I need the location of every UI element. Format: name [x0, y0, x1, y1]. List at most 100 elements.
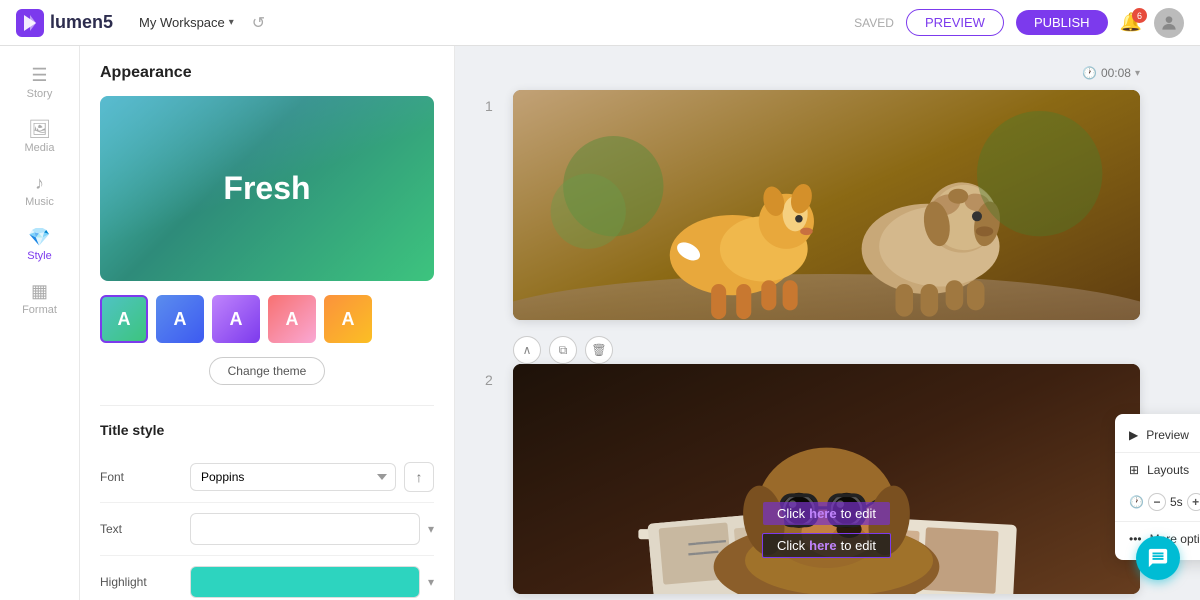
edit-word-top: to edit [841, 506, 876, 521]
text-color-chevron[interactable]: ▾ [428, 522, 434, 536]
format-icon: ▦ [31, 282, 48, 300]
publish-button[interactable]: PUBLISH [1016, 10, 1108, 35]
header-right: SAVED PREVIEW PUBLISH 🔔 6 [854, 8, 1184, 38]
music-icon: ♪ [35, 174, 44, 192]
slide-2-canvas[interactable]: ▬▬▬▬▬ ▬▬▬▬ [513, 364, 1140, 594]
logo-text: lumen5 [50, 12, 113, 33]
change-theme-button[interactable]: Change theme [209, 357, 326, 385]
highlight-label: Highlight [100, 575, 190, 589]
timer-plus-button[interactable]: + [1187, 493, 1200, 511]
swatches-row: A A A A A [100, 295, 434, 343]
sidebar-item-media[interactable]: 🖼 Media [0, 110, 79, 164]
click-edit-top[interactable]: Click here to edit [763, 502, 890, 525]
sidebar-item-style[interactable]: 💎 Style [0, 218, 79, 272]
timer-value-label: 5s [1170, 495, 1183, 509]
font-upload-button[interactable]: ↑ [404, 462, 434, 492]
sidebar-label-format: Format [22, 304, 57, 316]
logo: lumen5 [16, 9, 113, 37]
notification-badge: 6 [1132, 8, 1147, 23]
canvas-area: 🕐 00:08 ▾ 1 [455, 46, 1200, 600]
dogs-running-svg [513, 90, 1140, 320]
click-edit-bottom[interactable]: Click here to edit [762, 533, 891, 558]
delete-button[interactable]: 🗑 [585, 336, 613, 364]
context-divider-2 [1115, 521, 1200, 522]
undo-button[interactable]: ↺ [252, 13, 265, 33]
chevron-down-icon: ▾ [229, 17, 234, 28]
notifications-button[interactable]: 🔔 6 [1120, 12, 1142, 33]
clock-icon: 🕐 [1082, 66, 1097, 80]
slide-2-number: 2 [485, 364, 513, 388]
sidebar: ☰ Story 🖼 Media ♪ Music 💎 Style ▦ Format [0, 46, 80, 600]
context-timer-row: 🕐 − 5s + [1115, 485, 1200, 519]
click-word-top: Click [777, 506, 805, 521]
sidebar-label-music: Music [25, 196, 54, 208]
story-icon: ☰ [31, 66, 47, 84]
slide-2-text-overlay: Click here to edit Click here to edit [513, 502, 1140, 558]
slide-controls-row: ∧ ⧉ 🗑 [513, 336, 1140, 364]
main-layout: ☰ Story 🖼 Media ♪ Music 💎 Style ▦ Format… [0, 46, 1200, 600]
swatch-5[interactable]: A [324, 295, 372, 343]
highlight-color-swatch[interactable] [190, 566, 420, 598]
title-style-heading: Title style [100, 405, 434, 438]
timer-value: 00:08 [1101, 66, 1131, 80]
timer-minus-button[interactable]: − [1148, 493, 1166, 511]
text-label: Text [100, 522, 190, 536]
saved-label: SAVED [854, 16, 894, 30]
slide-1-number: 1 [485, 90, 513, 114]
font-control: Poppins Roboto Open Sans ↑ [190, 462, 434, 492]
theme-name: Fresh [223, 170, 310, 207]
workspace-button[interactable]: My Workspace ▾ [131, 11, 242, 34]
style-icon: 💎 [28, 228, 50, 246]
sidebar-label-style: Style [27, 250, 51, 262]
slide-1-wrapper: 1 [485, 90, 1140, 320]
context-layouts-label: Layouts [1147, 463, 1189, 477]
text-row: Text ▾ [100, 503, 434, 556]
layouts-icon: ⊞ [1129, 463, 1139, 477]
timer-clock-icon: 🕐 [1129, 495, 1144, 509]
click-word-bottom: Click [777, 538, 805, 553]
theme-preview: Fresh [100, 96, 434, 281]
font-row: Font Poppins Roboto Open Sans ↑ [100, 452, 434, 503]
avatar[interactable] [1154, 8, 1184, 38]
context-divider-1 [1115, 452, 1200, 453]
left-panel: Appearance Fresh A A A A A Change theme … [80, 46, 455, 600]
slide-2-image: ▬▬▬▬▬ ▬▬▬▬ [513, 364, 1140, 594]
slide-1-canvas[interactable] [513, 90, 1140, 320]
sidebar-label-media: Media [25, 142, 55, 154]
slide-1-image [513, 90, 1140, 320]
context-layouts-item[interactable]: ⊞ Layouts [1115, 455, 1200, 485]
timer-chevron-icon[interactable]: ▾ [1135, 68, 1140, 79]
highlight-row: Highlight ▾ [100, 556, 434, 600]
lumen5-logo-icon [16, 9, 44, 37]
font-label: Font [100, 470, 190, 484]
slide-2-wrapper: 2 [485, 364, 1140, 594]
media-icon: 🖼 [28, 120, 51, 138]
here-word-bottom: here [809, 538, 836, 553]
sidebar-item-music[interactable]: ♪ Music [0, 164, 79, 218]
context-preview-label: Preview [1146, 428, 1189, 442]
collapse-button[interactable]: ∧ [513, 336, 541, 364]
swatch-4[interactable]: A [268, 295, 316, 343]
sidebar-label-story: Story [27, 88, 53, 100]
header: lumen5 My Workspace ▾ ↺ SAVED PREVIEW PU… [0, 0, 1200, 46]
chat-bubble-button[interactable] [1136, 536, 1180, 580]
workspace-label: My Workspace [139, 15, 225, 30]
text-control: ▾ [190, 513, 434, 545]
copy-button[interactable]: ⧉ [549, 336, 577, 364]
swatch-2[interactable]: A [156, 295, 204, 343]
appearance-title: Appearance [100, 64, 434, 82]
sidebar-item-format[interactable]: ▦ Format [0, 272, 79, 326]
here-word-top: here [809, 506, 836, 521]
font-select[interactable]: Poppins Roboto Open Sans [190, 463, 396, 491]
text-color-swatch[interactable] [190, 513, 420, 545]
preview-button[interactable]: PREVIEW [906, 9, 1004, 36]
swatch-3[interactable]: A [212, 295, 260, 343]
sidebar-item-story[interactable]: ☰ Story [0, 56, 79, 110]
highlight-color-chevron[interactable]: ▾ [428, 575, 434, 589]
highlight-control: ▾ [190, 566, 434, 598]
dog-reading-svg: ▬▬▬▬▬ ▬▬▬▬ [513, 364, 1140, 594]
context-preview-item[interactable]: ▶ Preview [1115, 420, 1200, 450]
edit-word-bottom: to edit [841, 538, 876, 553]
swatch-1[interactable]: A [100, 295, 148, 343]
timer-label: 🕐 00:08 [1082, 66, 1131, 80]
